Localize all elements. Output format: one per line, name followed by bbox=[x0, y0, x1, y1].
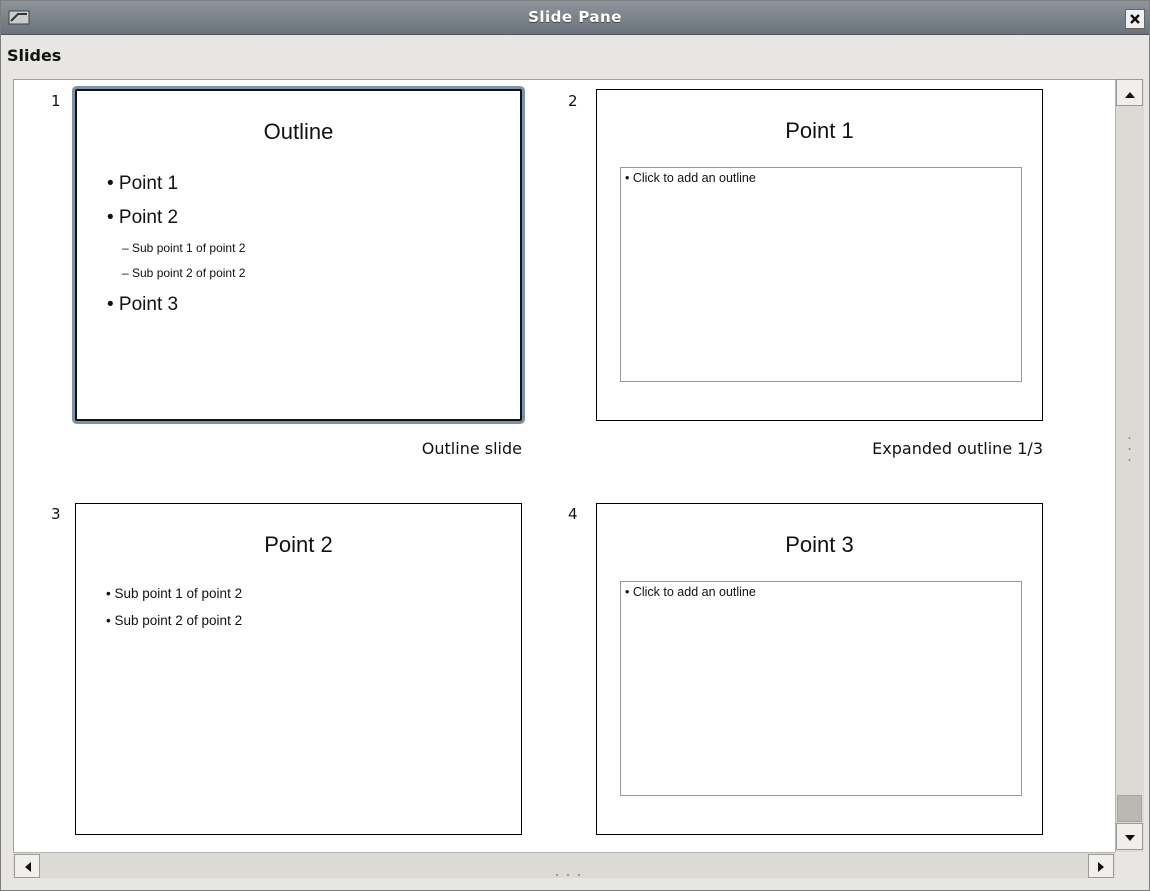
slide-bullet: • Point 2 bbox=[107, 207, 179, 228]
slide-sub-bullet: – Sub point 2 of point 2 bbox=[122, 266, 246, 280]
arrow-down-icon bbox=[1124, 827, 1135, 846]
close-icon bbox=[1129, 10, 1141, 29]
slide-thumbnail-3[interactable]: Point 2 • Sub point 1 of point 2 • Sub p… bbox=[75, 503, 522, 835]
slide-bullet: • Sub point 1 of point 2 bbox=[106, 586, 243, 601]
placeholder-text: • Click to add an outline bbox=[625, 585, 756, 599]
slide-pane-window: Slide Pane Slides 1 Outline • Point 1 • … bbox=[0, 0, 1150, 891]
slide-thumbnail-4[interactable]: Point 3 • Click to add an outline bbox=[596, 503, 1043, 835]
slide-sub-bullet: – Sub point 1 of point 2 bbox=[122, 241, 246, 255]
pane-label: Slides bbox=[7, 46, 62, 65]
scrollbar-grip-icon bbox=[553, 862, 583, 876]
slides-viewport[interactable]: 1 Outline • Point 1 • Point 2 – Sub poin… bbox=[13, 79, 1115, 852]
title-bar[interactable]: Slide Pane bbox=[1, 1, 1149, 35]
slide-caption: Expanded outline 1/3 bbox=[872, 439, 1043, 458]
slide-number: 3 bbox=[51, 505, 61, 523]
scroll-down-button[interactable] bbox=[1116, 823, 1143, 850]
slide-bullet: • Sub point 2 of point 2 bbox=[106, 613, 243, 628]
slide-title: Point 2 bbox=[264, 532, 333, 557]
slide-number: 4 bbox=[568, 505, 578, 523]
slide-bullet: • Point 1 bbox=[107, 173, 179, 194]
slide-thumbnail-2[interactable]: Point 1 • Click to add an outline bbox=[596, 89, 1043, 421]
scrollbar-grip-icon bbox=[1128, 434, 1131, 464]
slide-number: 2 bbox=[568, 92, 578, 110]
scroll-left-button[interactable] bbox=[14, 854, 40, 878]
scrollbar-corner bbox=[1115, 852, 1144, 878]
close-button[interactable] bbox=[1125, 9, 1145, 29]
slide-title: Point 3 bbox=[785, 532, 854, 557]
outline-placeholder: • Click to add an outline bbox=[620, 581, 1022, 796]
window-title: Slide Pane bbox=[528, 8, 622, 26]
horizontal-scrollbar[interactable] bbox=[13, 852, 1115, 878]
slide-caption: Outline slide bbox=[421, 439, 522, 458]
slide-title: Outline bbox=[263, 119, 334, 144]
vertical-scrollbar[interactable] bbox=[1115, 79, 1144, 852]
slide-number: 1 bbox=[51, 92, 61, 110]
placeholder-text: • Click to add an outline bbox=[625, 171, 756, 185]
arrow-right-icon bbox=[1097, 857, 1105, 876]
arrow-up-icon bbox=[1124, 83, 1135, 102]
slide-bullet: • Point 3 bbox=[107, 294, 179, 315]
scroll-right-button[interactable] bbox=[1088, 854, 1114, 878]
vertical-scroll-thumb[interactable] bbox=[1117, 795, 1142, 822]
outline-placeholder: • Click to add an outline bbox=[620, 167, 1022, 382]
arrow-left-icon bbox=[24, 857, 31, 876]
scroll-up-button[interactable] bbox=[1116, 79, 1143, 106]
slide-title: Point 1 bbox=[785, 118, 854, 143]
slide-thumbnail-1[interactable]: Outline • Point 1 • Point 2 – Sub point … bbox=[75, 89, 522, 421]
